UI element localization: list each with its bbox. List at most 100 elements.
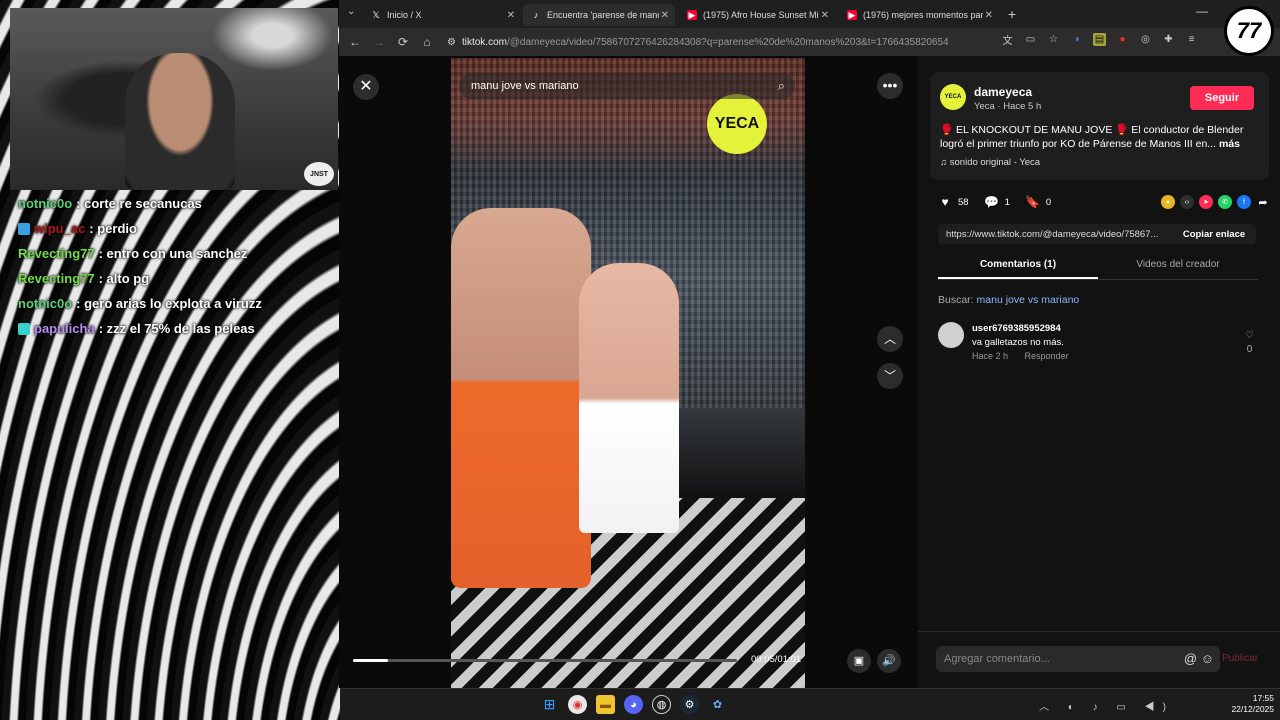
tiktok-icon: ♪ <box>533 10 539 20</box>
file-explorer-icon[interactable]: ▬ <box>596 695 615 714</box>
chat-username: wipu_ac <box>34 221 86 236</box>
obs-icon[interactable]: ◍ <box>652 695 671 714</box>
extension-icon[interactable]: ◎ <box>1139 33 1152 46</box>
chat-username: notnic0o <box>18 196 73 211</box>
windows-start-icon[interactable]: ⊞ <box>540 695 559 714</box>
chat-message: wipu_ac: perdio <box>18 216 338 241</box>
chat-message: notnic0o: corte re secanucas <box>18 191 338 216</box>
video-progress-bar[interactable] <box>353 659 737 662</box>
home-icon[interactable]: ⌂ <box>415 35 439 49</box>
like-count: 58 <box>958 196 969 208</box>
discord-icon[interactable]: ◕ <box>624 695 643 714</box>
close-tab-icon[interactable]: ✕ <box>507 10 515 21</box>
new-tab-button[interactable]: + <box>1003 5 1021 23</box>
minimize-button[interactable]: — <box>1187 4 1217 18</box>
chrome-icon[interactable]: ◉ <box>568 695 587 714</box>
extension-icon[interactable]: ● <box>1116 33 1129 46</box>
back-arrow-icon[interactable]: ← <box>343 35 367 49</box>
close-tab-icon[interactable]: ✕ <box>985 10 993 21</box>
clock-date: 22/12/2025 <box>1231 704 1274 714</box>
url-host: tiktok.com <box>461 36 507 48</box>
youtube-icon: ▶ <box>687 9 697 20</box>
author-name[interactable]: dameyeca <box>974 85 1032 99</box>
sound-link[interactable]: ♫ sonido original - Yeca <box>940 157 1040 168</box>
browser-window: ⌄ 𝕏 Inicio / X ✕ ♪ Encuentra 'parense de man… <box>339 0 1280 688</box>
tab-search-chevron-icon[interactable]: ⌄ <box>347 6 355 17</box>
close-button[interactable]: ✕ <box>353 74 379 100</box>
settings-icon[interactable]: ✿ <box>708 695 727 714</box>
copy-link-button[interactable]: Copiar enlace <box>1172 224 1256 244</box>
more-link[interactable]: más <box>1219 138 1240 150</box>
whatsapp-icon[interactable]: ✆ <box>1218 195 1232 209</box>
chat-text: : entro con una sanchez <box>98 246 248 261</box>
browser-tab[interactable]: 𝕏 Inicio / X ✕ <box>363 4 521 26</box>
share-link[interactable]: https://www.tiktok.com/@dameyeca/video/7… <box>938 229 1174 240</box>
facebook-icon[interactable]: f <box>1237 195 1251 209</box>
chat-username: Revecting77 <box>18 246 95 261</box>
boxer-left <box>451 208 591 588</box>
extension-icon[interactable]: ▤ <box>1093 33 1106 46</box>
publish-button[interactable]: Publicar <box>1222 653 1258 664</box>
bookmark-star-icon[interactable]: ☆ <box>1047 33 1060 46</box>
steam-icon[interactable]: ⚙ <box>680 695 699 714</box>
forward-arrow-icon[interactable]: → <box>367 35 391 49</box>
browser-tab[interactable]: ▶ (1975) Afro House Sunset Mix | ✕ <box>679 4 835 26</box>
comment-time: Hace 2 h <box>972 351 1009 361</box>
translate-icon[interactable]: 文 <box>1001 33 1014 47</box>
close-tab-icon[interactable]: ✕ <box>821 10 829 21</box>
commenter-name[interactable]: user6769385952984 <box>972 323 1061 334</box>
chat-text: : alto pg <box>98 271 150 286</box>
send-icon[interactable]: ➤ <box>1199 195 1213 209</box>
follow-button[interactable]: Seguir <box>1190 86 1254 110</box>
description-text: 🥊 EL KNOCKOUT DE MANU JOVE 🥊 El conducto… <box>940 124 1244 150</box>
comment-like-button[interactable]: ♡ 0 <box>1245 329 1254 357</box>
chat-text: : perdio <box>89 221 137 236</box>
reply-link[interactable]: Responder <box>1025 351 1069 361</box>
heart-icon: ♥ <box>941 195 949 209</box>
menu-icon[interactable]: ≡ <box>1185 33 1198 46</box>
tab-comments[interactable]: Comentarios (1) <box>938 254 1098 279</box>
heart-outline-icon: ♡ <box>1245 330 1254 341</box>
related-search-link[interactable]: manu jove vs mariano <box>977 294 1080 306</box>
video-search-bar[interactable]: manu jove vs mariano ⌕ <box>459 73 795 99</box>
like-button[interactable]: ♥ 58 <box>938 195 969 209</box>
volume-icon[interactable]: 🔊 <box>877 649 901 673</box>
author-avatar[interactable]: YECA <box>940 84 966 110</box>
next-video-button[interactable]: ﹀ <box>877 363 903 389</box>
extension-icon[interactable]: ◑ <box>1070 33 1083 46</box>
previous-video-button[interactable]: ︿ <box>877 326 903 352</box>
chat-message: Revecting77: entro con una sanchez <box>18 241 338 266</box>
youtube-icon: ▶ <box>847 9 857 20</box>
site-info-icon[interactable]: ⚙ <box>447 37 456 48</box>
close-tab-icon[interactable]: ✕ <box>661 10 669 21</box>
stream-chat: notnic0o: corte re secanucas wipu_ac: per… <box>18 191 338 341</box>
save-button[interactable]: 🔖 0 <box>1025 195 1052 209</box>
coin-icon[interactable]: ● <box>1161 195 1175 209</box>
cast-icon[interactable]: ▭ <box>1024 33 1037 46</box>
share-arrow-icon[interactable]: ➦ <box>1256 195 1270 209</box>
comment-input[interactable]: Agregar comentario... @ ☺ <box>936 646 1220 672</box>
system-tray[interactable]: ︿ ◐ ♪ ▭ ◀) <box>1039 698 1174 713</box>
picture-in-picture-icon[interactable]: ▣ <box>847 649 871 673</box>
commenter-avatar[interactable] <box>938 322 964 348</box>
comment-button[interactable]: 💬 1 <box>984 195 1010 209</box>
emoji-icon[interactable]: ☺ <box>1201 651 1214 666</box>
clock-time: 17:55 <box>1252 693 1274 703</box>
save-count: 0 <box>1045 196 1052 208</box>
url-path: /@dameyeca/video/7586707276426284308?q=p… <box>506 36 949 48</box>
video-player[interactable]: YECA <box>451 58 805 688</box>
mention-icon[interactable]: @ <box>1184 651 1197 666</box>
embed-icon[interactable]: ‹› <box>1180 195 1194 209</box>
clock[interactable]: 17:55 22/12/2025 <box>1231 693 1274 715</box>
search-icon[interactable]: ⌕ <box>778 78 785 94</box>
browser-tab[interactable]: ♪ Encuentra 'parense de mano... ✕ <box>523 4 675 26</box>
tab-creator-videos[interactable]: Videos del creador <box>1098 254 1258 279</box>
more-options-icon[interactable]: ••• <box>877 73 903 99</box>
comment-count: 1 <box>1004 196 1010 208</box>
extensions-puzzle-icon[interactable]: ✚ <box>1162 33 1175 46</box>
chat-badge-icon <box>18 322 30 335</box>
reload-icon[interactable]: ⟳ <box>391 35 415 49</box>
browser-tab[interactable]: ▶ (1976) mejores momentos pare... ✕ <box>839 4 999 26</box>
chat-message: papulicha: zzz el 75% de las peleas <box>18 316 338 341</box>
address-bar[interactable]: ⚙ tiktok.com/@dameyeca/video/75867072764… <box>447 33 997 51</box>
